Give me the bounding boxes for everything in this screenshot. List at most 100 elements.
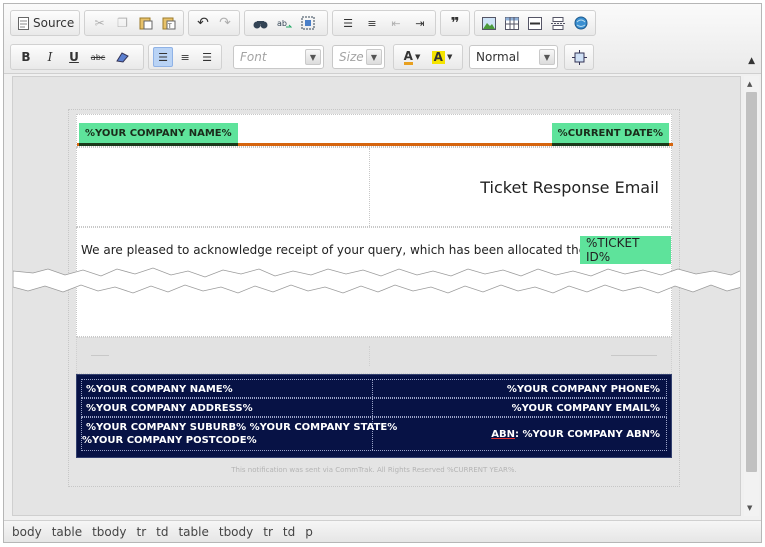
replace-button[interactable]: ab <box>273 13 295 33</box>
path-item[interactable]: tr <box>136 525 146 539</box>
blockquote-icon: ❞ <box>450 14 460 32</box>
vertical-scrollbar[interactable]: ▲ ▼ <box>744 76 759 516</box>
table-button[interactable] <box>502 13 523 33</box>
chevron-down-icon: ▼ <box>305 49 321 65</box>
source-label: Source <box>33 16 75 30</box>
cell-divider <box>369 148 370 228</box>
header-row: %YOUR COMPANY NAME% %CURRENT DATE% <box>76 114 673 147</box>
font-combo[interactable]: Font ▼ <box>233 45 324 69</box>
email-title: Ticket Response Email <box>480 178 659 197</box>
underline-button[interactable]: U <box>63 47 85 67</box>
align-left-button[interactable]: ☰ <box>153 47 174 67</box>
collapse-icon: ▲ <box>748 56 755 66</box>
element-path-bar: body table tbody tr td table tbody tr td… <box>4 520 761 542</box>
align-group: ☰ ≡ ☰ <box>148 44 222 70</box>
undo-button[interactable]: ↶ <box>193 13 213 33</box>
paste-text-button[interactable]: T <box>158 13 179 33</box>
maximize-icon <box>571 49 587 65</box>
indent-icon: ⇥ <box>415 16 425 30</box>
maximize-button[interactable] <box>569 47 589 67</box>
path-item[interactable]: tbody <box>92 525 126 539</box>
path-item[interactable]: tbody <box>219 525 253 539</box>
outdent-button[interactable]: ⇤ <box>385 13 407 33</box>
paste-icon <box>139 17 152 30</box>
footer-table: %YOUR COMPANY NAME% %YOUR COMPANY PHONE%… <box>76 374 672 458</box>
find-icon <box>253 20 267 28</box>
blockquote-button[interactable]: ❞ <box>445 13 465 33</box>
page-break-button[interactable] <box>547 13 568 33</box>
size-combo[interactable]: Size ▼ <box>332 45 385 69</box>
remove-format-button[interactable] <box>111 47 133 67</box>
path-item[interactable]: table <box>178 525 208 539</box>
cut-button[interactable]: ✂ <box>89 13 110 33</box>
spacer-row <box>76 337 672 374</box>
footer-row: %YOUR COMPANY NAME% %YOUR COMPANY PHONE% <box>81 379 667 398</box>
path-item[interactable]: td <box>156 525 168 539</box>
path-item[interactable]: p <box>305 525 313 539</box>
source-icon <box>18 16 29 30</box>
outdent-icon: ⇤ <box>391 16 401 30</box>
spacer-line <box>91 355 109 356</box>
text-color-button[interactable]: A ▼ <box>398 47 426 67</box>
undo-icon: ↶ <box>197 15 209 31</box>
text-color-icon: A <box>403 48 413 65</box>
svg-text:T: T <box>167 23 172 30</box>
tools-group <box>564 44 594 70</box>
bulleted-list-icon: ≡ <box>367 16 377 30</box>
align-right-button[interactable]: ☰ <box>197 47 217 67</box>
find-button[interactable] <box>249 13 271 33</box>
footer-row: %YOUR COMPANY ADDRESS% %YOUR COMPANY EMA… <box>81 398 667 417</box>
format-combo[interactable]: Normal ▼ <box>469 45 558 69</box>
copy-button[interactable]: ❐ <box>112 13 133 33</box>
italic-icon: I <box>47 50 53 64</box>
select-all-button[interactable] <box>297 13 319 33</box>
horizontal-line-button[interactable] <box>525 13 546 33</box>
chevron-down-icon: ▼ <box>539 49 555 65</box>
image-button[interactable] <box>479 13 500 33</box>
company-name-tag: %YOUR COMPANY NAME% <box>79 123 238 146</box>
bulleted-list-button[interactable]: ≡ <box>361 13 383 33</box>
undo-group: ↶ ↷ <box>188 10 240 36</box>
link-icon <box>574 16 588 30</box>
copy-icon: ❐ <box>117 16 128 30</box>
align-left-icon: ☰ <box>158 50 168 64</box>
image-icon <box>482 16 497 30</box>
footer-company-address: %YOUR COMPANY ADDRESS% <box>86 403 253 414</box>
color-group: A ▼ A ▼ <box>393 44 463 70</box>
scroll-down-icon[interactable]: ▼ <box>747 504 752 512</box>
scrollbar-thumb[interactable] <box>746 92 757 472</box>
path-item[interactable]: td <box>283 525 295 539</box>
path-item[interactable]: body <box>12 525 42 539</box>
horizontal-line-icon <box>527 16 542 30</box>
indent-button[interactable]: ⇥ <box>409 13 431 33</box>
link-button[interactable] <box>570 13 591 33</box>
redo-button[interactable]: ↷ <box>215 13 235 33</box>
rich-text-editor: Source ✂ ❐ T ↶ ↷ ab ☰ ≡ ⇤ ⇥ ❞ B I U abc … <box>3 3 762 543</box>
eraser-icon <box>116 52 129 63</box>
editor-content-area[interactable]: %YOUR COMPANY NAME% %CURRENT DATE% Ticke… <box>12 76 741 516</box>
footer-postcode: %YOUR COMPANY POSTCODE% <box>82 435 257 446</box>
collapse-toolbar-button[interactable]: ▲ <box>748 56 755 66</box>
numbered-list-button[interactable]: ☰ <box>337 13 359 33</box>
align-center-button[interactable]: ≡ <box>175 47 195 67</box>
footer-abn: ABN: %YOUR COMPANY ABN% <box>491 428 660 441</box>
path-item[interactable]: table <box>52 525 82 539</box>
bold-button[interactable]: B <box>15 47 37 67</box>
body-text: We are pleased to acknowledge receipt of… <box>81 243 647 257</box>
strikethrough-button[interactable]: abc <box>87 47 109 67</box>
source-button[interactable]: Source <box>14 16 78 30</box>
insert-group <box>474 10 596 36</box>
title-row: Ticket Response Email <box>76 147 672 228</box>
italic-button[interactable]: I <box>39 47 61 67</box>
redo-icon: ↷ <box>219 15 231 31</box>
svg-text:ab: ab <box>277 19 287 28</box>
footer-suburb-state: %YOUR COMPANY SUBURB% %YOUR COMPANY STAT… <box>86 422 398 433</box>
paste-button[interactable] <box>135 13 156 33</box>
underline-icon: U <box>69 50 79 64</box>
abn-value: : %YOUR COMPANY ABN% <box>515 429 660 440</box>
current-date-tag: %CURRENT DATE% <box>551 123 669 146</box>
background-color-button[interactable]: A ▼ <box>428 47 456 67</box>
path-item[interactable]: tr <box>263 525 273 539</box>
clipboard-group: ✂ ❐ T <box>84 10 184 36</box>
scroll-up-icon[interactable]: ▲ <box>747 80 752 88</box>
